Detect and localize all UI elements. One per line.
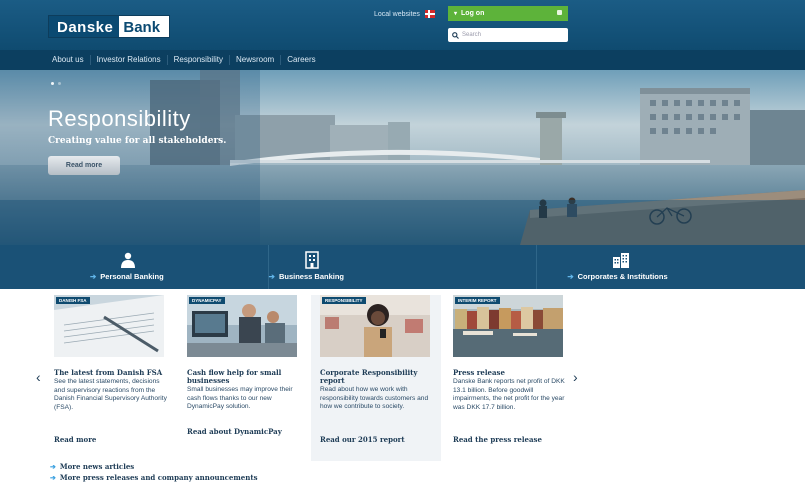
- card-body: See the latest statements, decisions and…: [54, 378, 167, 411]
- news-card-dynamicpay[interactable]: DYNAMICPAY Cash flow help for small busi…: [187, 295, 309, 461]
- card-tag: DYNAMICPAY: [189, 297, 225, 304]
- card-title: Corporate Responsibility report: [320, 368, 418, 385]
- lock-icon: [557, 10, 562, 15]
- site-header: Danske Bank Local websites ▾ Log on Sear…: [0, 0, 805, 50]
- card-read-more-link[interactable]: Read our 2015 report: [320, 435, 405, 444]
- card-image-office-workers: [187, 295, 297, 357]
- carousel-dot-1[interactable]: [51, 82, 54, 85]
- hero-banner: Responsibility Creating value for all st…: [0, 70, 805, 245]
- news-section: ‹ › DANISH FSA The latest from Danish FS…: [0, 289, 805, 491]
- card-title: The latest from Danish FSA: [54, 368, 163, 377]
- more-press-releases-link[interactable]: ➔ More press releases and company announc…: [50, 473, 258, 482]
- person-icon: [121, 252, 135, 268]
- more-news-label: More news articles: [59, 462, 135, 471]
- search-input[interactable]: Search: [448, 28, 568, 42]
- business-banking-link[interactable]: ➔ Business Banking: [269, 245, 538, 289]
- banking-segments: ➔ Personal Banking ➔ Business Banking ➔ …: [0, 245, 805, 289]
- news-card-danish-fsa[interactable]: DANISH FSA The latest from Danish FSA Se…: [54, 295, 176, 461]
- local-websites-label: Local websites: [374, 10, 420, 18]
- card-image-woman-phone: [320, 295, 430, 357]
- arrow-right-icon: ➔: [50, 473, 56, 482]
- card-read-more-link[interactable]: Read more: [54, 435, 96, 444]
- card-image-harbour: [453, 295, 563, 357]
- nav-careers[interactable]: Careers: [281, 55, 321, 65]
- card-tag: RESPONSIBILITY: [322, 297, 366, 304]
- logo-text-bank: Bank: [123, 18, 161, 36]
- log-on-button[interactable]: ▾ Log on: [448, 6, 568, 21]
- nav-newsroom[interactable]: Newsroom: [230, 55, 282, 65]
- card-title: Press release: [453, 368, 505, 377]
- more-news-articles-link[interactable]: ➔ More news articles: [50, 462, 134, 471]
- personal-banking-link[interactable]: ➔ Personal Banking: [0, 245, 269, 289]
- card-body: Read about how we work with responsibili…: [320, 386, 429, 410]
- card-read-more-link[interactable]: Read the press release: [453, 435, 542, 444]
- danske-bank-logo[interactable]: Danske Bank: [48, 15, 170, 38]
- danish-flag-icon: [424, 10, 435, 18]
- arrow-right-icon: ➔: [567, 272, 574, 281]
- local-websites-link[interactable]: Local websites: [374, 10, 435, 18]
- buildings-icon: [613, 253, 630, 268]
- news-card-responsibility[interactable]: RESPONSIBILITY Corporate Responsibility …: [311, 295, 441, 461]
- card-read-more-link[interactable]: Read about DynamicPay: [187, 427, 282, 436]
- hero-cityscape-image: [0, 70, 805, 245]
- nav-investor-relations[interactable]: Investor Relations: [91, 55, 168, 65]
- card-body: Danske Bank reports net profit of DKK 13…: [453, 378, 565, 411]
- card-tag: INTERIM REPORT: [455, 297, 500, 304]
- arrow-right-icon: ➔: [268, 272, 275, 281]
- corporates-institutions-link[interactable]: ➔ Corporates & Institutions: [537, 245, 805, 289]
- news-card-interim-report[interactable]: INTERIM REPORT Press release Danske Bank…: [453, 295, 575, 461]
- card-image-documents: [54, 295, 164, 357]
- hero-title: Responsibility: [48, 106, 191, 131]
- carousel-prev-arrow[interactable]: ‹: [36, 369, 41, 385]
- business-banking-label: Business Banking: [278, 272, 344, 281]
- card-body: Small businesses may improve their cash …: [187, 386, 293, 410]
- card-title: Cash flow help for small businesses: [187, 368, 282, 385]
- search-placeholder: Search: [462, 32, 482, 38]
- arrow-right-icon: ➔: [50, 462, 56, 471]
- arrow-right-icon: ➔: [90, 272, 97, 281]
- nav-about-us[interactable]: About us: [46, 55, 91, 65]
- hero-subtitle: Creating value for all stakeholders.: [48, 136, 227, 146]
- more-press-label: More press releases and company announce…: [59, 473, 258, 482]
- log-on-label: Log on: [461, 10, 485, 17]
- corporates-institutions-label: Corporates & Institutions: [577, 272, 668, 281]
- carousel-dots: [51, 82, 61, 85]
- chevron-down-icon: ▾: [454, 11, 458, 17]
- card-tag: DANISH FSA: [56, 297, 90, 304]
- nav-responsibility[interactable]: Responsibility: [168, 55, 230, 65]
- building-icon: [304, 251, 319, 269]
- logo-text-danske: Danske: [49, 16, 120, 37]
- carousel-dot-2[interactable]: [58, 82, 61, 85]
- personal-banking-label: Personal Banking: [100, 272, 164, 281]
- main-nav: About us Investor Relations Responsibili…: [0, 50, 805, 70]
- search-icon: [452, 31, 459, 39]
- hero-read-more-button[interactable]: Read more: [48, 156, 120, 175]
